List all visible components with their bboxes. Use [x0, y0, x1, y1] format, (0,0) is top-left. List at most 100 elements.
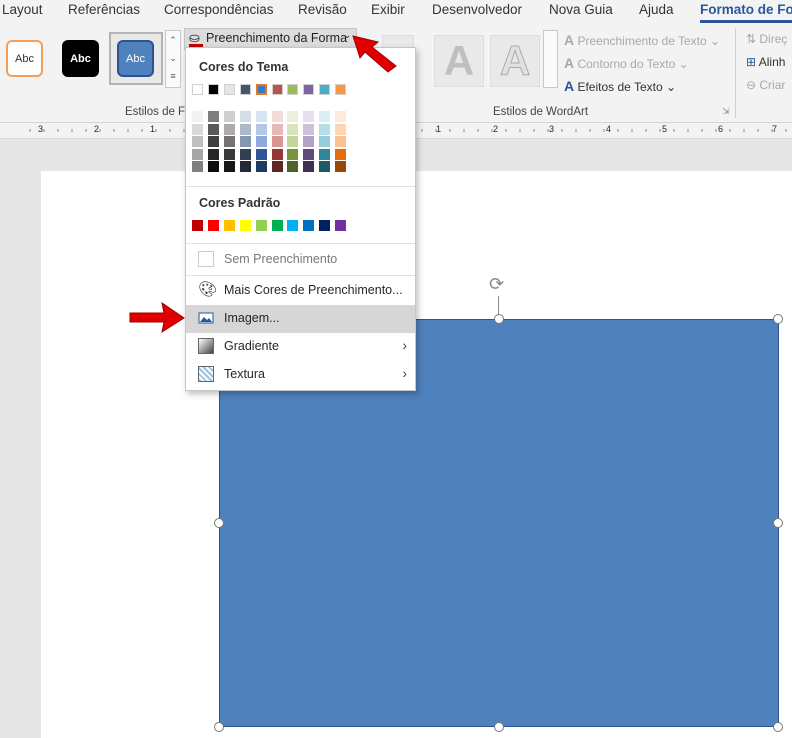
theme-shade-swatch[interactable] [207, 148, 219, 160]
theme-shade-swatch[interactable] [335, 123, 347, 135]
shape-style-3[interactable]: Abc [117, 40, 154, 77]
tab-layout[interactable]: Layout [2, 2, 43, 17]
theme-shade-swatch[interactable] [223, 111, 235, 122]
wordart-style-3[interactable]: A [490, 35, 540, 87]
theme-shade-swatch[interactable] [287, 148, 299, 160]
theme-shade-swatch[interactable] [192, 111, 203, 122]
text-fill-button[interactable]: A Preenchimento de Texto ⌄ [564, 32, 720, 48]
resize-handle-left[interactable] [214, 518, 224, 528]
tab-review[interactable]: Revisão [298, 2, 347, 17]
theme-shade-swatch[interactable] [207, 111, 219, 122]
theme-color-swatch[interactable] [192, 84, 203, 95]
theme-shade-swatch[interactable] [207, 136, 219, 148]
no-fill-item[interactable]: Sem Preenchimento [186, 246, 415, 274]
tab-help[interactable]: Ajuda [639, 2, 674, 17]
theme-shade-swatch[interactable] [192, 136, 203, 148]
picture-fill-item[interactable]: Imagem... [186, 305, 415, 333]
standard-color-swatch[interactable] [271, 220, 283, 231]
theme-shade-swatch[interactable] [287, 161, 299, 173]
theme-shade-swatch[interactable] [239, 136, 251, 148]
tab-view[interactable]: Exibir [371, 2, 405, 17]
theme-shade-swatch[interactable] [303, 148, 315, 160]
shape-style-2[interactable]: Abc [62, 40, 99, 77]
theme-shade-swatch[interactable] [223, 161, 235, 173]
gradient-item[interactable]: Gradiente › [186, 333, 415, 361]
tab-developer[interactable]: Desenvolvedor [432, 2, 522, 17]
theme-shade-swatch[interactable] [303, 136, 315, 148]
wordart-gallery-scroll[interactable] [543, 30, 558, 88]
tab-new[interactable]: Nova Guia [549, 2, 613, 17]
theme-shade-swatch[interactable] [192, 123, 203, 135]
rotate-handle-icon[interactable]: ⟳ [489, 274, 504, 295]
theme-shade-swatch[interactable] [239, 123, 251, 135]
theme-shade-swatch[interactable] [271, 123, 283, 135]
resize-handle-top[interactable] [494, 314, 504, 324]
theme-shade-swatch[interactable] [223, 123, 235, 135]
theme-shade-swatch[interactable] [287, 136, 299, 148]
theme-shade-swatch[interactable] [335, 136, 347, 148]
theme-shade-swatch[interactable] [319, 111, 331, 122]
theme-color-swatch[interactable] [287, 84, 299, 95]
theme-shade-swatch[interactable] [303, 161, 315, 173]
align-text-button[interactable]: ⊞ Alinh [746, 55, 785, 69]
theme-shade-swatch[interactable] [255, 123, 267, 135]
standard-color-swatch[interactable] [207, 220, 219, 231]
dialog-launcher-icon[interactable]: ⇲ [722, 106, 730, 117]
theme-shade-swatch[interactable] [223, 136, 235, 148]
theme-shade-swatch[interactable] [239, 148, 251, 160]
theme-color-swatch[interactable] [223, 84, 235, 95]
theme-shade-swatch[interactable] [207, 161, 219, 173]
theme-shade-swatch[interactable] [335, 161, 347, 173]
theme-shade-swatch[interactable] [239, 111, 251, 122]
theme-shade-swatch[interactable] [239, 161, 251, 173]
styles-gallery-scroll[interactable]: ⌃ ⌄ ≡ [165, 30, 181, 88]
standard-color-swatch[interactable] [287, 220, 299, 231]
standard-color-swatch[interactable] [319, 220, 331, 231]
more-fill-colors-item[interactable]: 🎨︎ Mais Cores de Preenchimento... [186, 277, 415, 305]
theme-shade-swatch[interactable] [335, 111, 347, 122]
resize-handle-right[interactable] [773, 518, 783, 528]
texture-item[interactable]: Textura › [186, 361, 415, 389]
theme-shade-swatch[interactable] [319, 161, 331, 173]
standard-color-swatch[interactable] [335, 220, 347, 231]
theme-shade-swatch[interactable] [223, 148, 235, 160]
theme-shade-swatch[interactable] [271, 148, 283, 160]
theme-shade-swatch[interactable] [303, 111, 315, 122]
theme-shade-swatch[interactable] [287, 111, 299, 122]
tab-shape-format[interactable]: Formato de Fo [700, 2, 792, 17]
standard-color-swatch[interactable] [239, 220, 251, 231]
standard-color-swatch[interactable] [192, 220, 203, 231]
theme-shade-swatch[interactable] [192, 161, 203, 173]
theme-color-swatch[interactable] [303, 84, 315, 95]
theme-color-swatch[interactable] [319, 84, 331, 95]
theme-shade-swatch[interactable] [335, 148, 347, 160]
theme-shade-swatch[interactable] [319, 148, 331, 160]
theme-shade-swatch[interactable] [255, 111, 267, 122]
theme-shade-swatch[interactable] [255, 148, 267, 160]
text-outline-button[interactable]: A Contorno do Texto ⌄ [564, 55, 689, 71]
standard-color-swatch[interactable] [255, 220, 267, 231]
text-direction-button[interactable]: ⇅ Direç [746, 32, 787, 46]
shape-style-1[interactable]: Abc [6, 40, 43, 77]
theme-shade-swatch[interactable] [207, 123, 219, 135]
theme-shade-swatch[interactable] [319, 136, 331, 148]
theme-shade-swatch[interactable] [303, 123, 315, 135]
resize-handle-top-right[interactable] [773, 314, 783, 324]
create-link-button[interactable]: ⊖ Criar [746, 78, 785, 92]
resize-handle-bottom-left[interactable] [214, 722, 224, 732]
standard-color-swatch[interactable] [223, 220, 235, 231]
theme-shade-swatch[interactable] [271, 136, 283, 148]
tab-mailings[interactable]: Correspondências [164, 2, 274, 17]
theme-shade-swatch[interactable] [255, 161, 267, 173]
resize-handle-bottom[interactable] [494, 722, 504, 732]
theme-color-swatch[interactable] [255, 84, 267, 95]
theme-color-swatch[interactable] [335, 84, 347, 95]
text-effects-button[interactable]: A Efeitos de Texto ⌄ [564, 78, 676, 94]
standard-color-swatch[interactable] [303, 220, 315, 231]
theme-shade-swatch[interactable] [192, 148, 203, 160]
theme-color-swatch[interactable] [271, 84, 283, 95]
theme-color-swatch[interactable] [207, 84, 219, 95]
wordart-style-2[interactable]: A [434, 35, 484, 87]
theme-shade-swatch[interactable] [287, 123, 299, 135]
theme-shade-swatch[interactable] [319, 123, 331, 135]
